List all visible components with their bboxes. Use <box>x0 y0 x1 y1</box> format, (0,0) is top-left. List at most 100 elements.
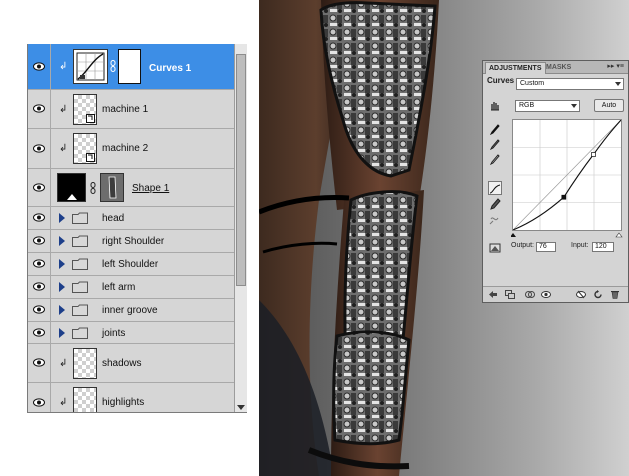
adjustments-panel: ADJUSTMENTS MASKS ▸▸ ▾≡ Curves Custom RG… <box>482 60 629 303</box>
panel-tab-bar: ADJUSTMENTS MASKS ▸▸ ▾≡ <box>483 61 628 74</box>
channel-value: RGB <box>519 102 535 109</box>
input-field[interactable]: 120 <box>592 242 614 252</box>
black-eyedropper-icon[interactable] <box>489 123 501 135</box>
previous-state-icon[interactable] <box>576 290 586 299</box>
layer-row-machine-2[interactable]: ↲ machine 2 <box>28 129 234 169</box>
shape-fill-thumbnail[interactable] <box>57 173 86 202</box>
black-point-slider[interactable] <box>511 232 623 238</box>
layer-name[interactable]: head <box>102 213 124 224</box>
clipping-warning-icon[interactable] <box>489 242 501 254</box>
layer-thumbnail <box>73 348 97 379</box>
eye-icon <box>33 259 45 268</box>
folder-icon <box>72 281 88 293</box>
visibility-toggle[interactable] <box>28 253 51 275</box>
output-label: Output: <box>511 242 534 249</box>
vector-mask-thumbnail[interactable] <box>100 173 124 202</box>
expand-triangle-icon[interactable] <box>59 328 65 338</box>
eye-icon <box>33 305 45 314</box>
eye-icon <box>33 213 45 222</box>
eye-icon <box>33 143 45 153</box>
visibility-toggle[interactable] <box>28 44 51 89</box>
layer-name[interactable]: joints <box>102 328 125 339</box>
tab-adjustments[interactable]: ADJUSTMENTS <box>485 62 546 74</box>
curve-plot[interactable] <box>512 119 622 231</box>
layer-name[interactable]: Curves 1 <box>149 63 191 74</box>
layer-row-shape-1[interactable]: Shape 1 <box>28 169 234 207</box>
hand-target-icon[interactable] <box>489 99 501 111</box>
layer-row-machine-1[interactable]: ↲ machine 1 <box>28 90 234 129</box>
curves-graph[interactable] <box>512 119 622 231</box>
visibility-toggle[interactable] <box>28 230 51 252</box>
layers-panel: ↲ Curves 1 ↲ machine 1 ↲ machine 2 Shape… <box>27 44 247 413</box>
expand-triangle-icon[interactable] <box>59 259 65 269</box>
curve-control-point[interactable] <box>591 152 596 157</box>
pencil-tool-icon[interactable] <box>489 198 501 210</box>
layer-name[interactable]: inner groove <box>102 305 158 316</box>
delete-icon[interactable] <box>610 290 620 299</box>
auto-button[interactable]: Auto <box>594 99 624 112</box>
tab-masks[interactable]: MASKS <box>543 62 574 73</box>
smart-object-icon <box>86 153 95 162</box>
scrollbar-thumb[interactable] <box>236 54 246 286</box>
layer-row-highlights[interactable]: ↲ highlights <box>28 383 234 412</box>
layer-thumbnail <box>73 94 97 125</box>
visibility-toggle[interactable] <box>28 90 51 128</box>
layer-row-head[interactable]: head <box>28 207 234 230</box>
visibility-toggle[interactable] <box>28 207 51 229</box>
white-eyedropper-icon[interactable] <box>489 153 501 165</box>
eye-icon <box>33 282 45 291</box>
fill-color-icon <box>67 194 77 200</box>
layer-row-left-arm[interactable]: left arm <box>28 276 234 299</box>
visibility-toggle[interactable] <box>28 383 51 412</box>
layer-row-right-shoulder[interactable]: right Shoulder <box>28 230 234 253</box>
curve-control-point[interactable] <box>561 194 567 200</box>
scroll-down-arrow-icon[interactable] <box>237 405 245 410</box>
visibility-toggle[interactable] <box>28 299 51 321</box>
channel-dropdown[interactable]: RGB <box>515 100 580 112</box>
clip-arrow-icon: ↲ <box>59 358 68 369</box>
panel-menu-icon[interactable]: ▸▸ ▾≡ <box>607 61 624 72</box>
expand-view-icon[interactable] <box>505 290 515 299</box>
output-field[interactable]: 76 <box>536 242 556 252</box>
layer-row-shadows[interactable]: ↲ shadows <box>28 344 234 383</box>
layer-row-left-shoulder[interactable]: left Shoulder <box>28 253 234 276</box>
visibility-toggle[interactable] <box>28 344 51 382</box>
layers-scrollbar[interactable] <box>234 44 247 412</box>
layer-row-inner-groove[interactable]: inner groove <box>28 299 234 322</box>
layer-name[interactable]: shadows <box>102 358 141 369</box>
curve-tool-button[interactable] <box>488 181 502 195</box>
layer-name[interactable]: highlights <box>102 397 144 408</box>
layer-name[interactable]: right Shoulder <box>102 236 164 247</box>
gray-eyedropper-icon[interactable] <box>489 138 501 150</box>
layer-name[interactable]: machine 2 <box>102 143 148 154</box>
layer-name[interactable]: left arm <box>102 282 135 293</box>
layer-name[interactable]: machine 1 <box>102 104 148 115</box>
layer-mask-thumbnail[interactable] <box>118 49 141 84</box>
eye-icon <box>33 358 45 367</box>
visibility-toggle[interactable] <box>28 129 51 168</box>
reset-icon[interactable] <box>593 290 603 299</box>
expand-triangle-icon[interactable] <box>59 282 65 292</box>
expand-triangle-icon[interactable] <box>59 305 65 315</box>
layer-name[interactable]: left Shoulder <box>102 259 158 270</box>
expand-triangle-icon[interactable] <box>59 236 65 246</box>
smooth-icon[interactable] <box>489 213 501 225</box>
clip-arrow-icon: ↲ <box>59 104 68 115</box>
curve-tool-icon <box>489 184 501 194</box>
layer-row-joints[interactable]: joints <box>28 322 234 344</box>
visibility-toggle[interactable] <box>28 322 51 343</box>
chain-link-icon[interactable] <box>110 60 116 72</box>
chain-link-icon[interactable] <box>90 182 96 194</box>
chevron-down-icon <box>571 104 577 108</box>
preset-dropdown[interactable]: Custom <box>516 78 624 90</box>
visibility-icon[interactable] <box>541 290 551 299</box>
eye-icon <box>33 61 45 71</box>
expand-triangle-icon[interactable] <box>59 213 65 223</box>
chevron-down-icon <box>615 82 621 86</box>
layer-name[interactable]: Shape 1 <box>132 183 169 194</box>
layer-row-curves-1[interactable]: ↲ Curves 1 <box>28 44 234 90</box>
visibility-toggle[interactable] <box>28 276 51 298</box>
visibility-toggle[interactable] <box>28 169 51 206</box>
clip-to-layer-icon[interactable] <box>525 290 535 299</box>
back-icon[interactable] <box>488 290 498 299</box>
